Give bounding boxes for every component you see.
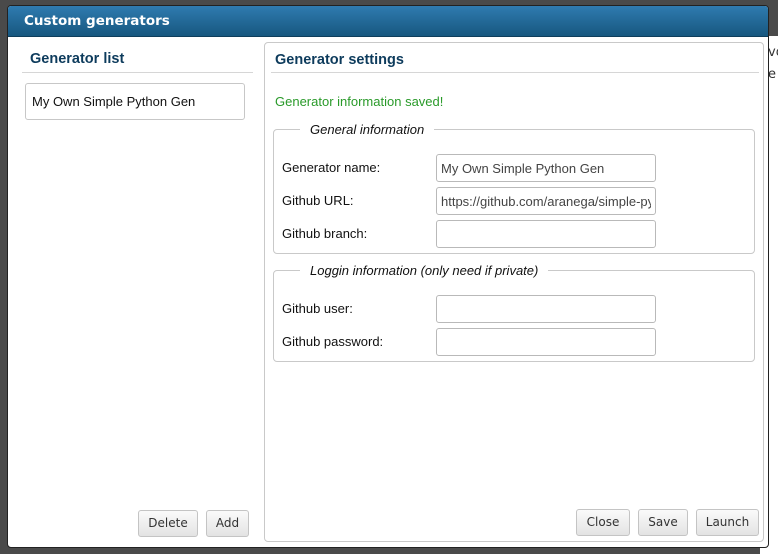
background-text-fragment: vo bbox=[768, 45, 778, 60]
github-branch-field[interactable] bbox=[436, 220, 656, 248]
add-button[interactable]: Add bbox=[206, 510, 249, 537]
delete-button[interactable]: Delete bbox=[138, 510, 198, 537]
github-url-row: Github URL: bbox=[282, 187, 742, 215]
close-button[interactable]: Close bbox=[576, 509, 630, 536]
generator-settings-heading: Generator settings bbox=[271, 43, 759, 73]
generator-list-panel: Generator list My Own Simple Python Gen … bbox=[16, 46, 261, 541]
general-information-legend: General information bbox=[310, 122, 425, 137]
github-password-label: Github password: bbox=[282, 334, 384, 349]
github-branch-row: Github branch: bbox=[282, 220, 742, 248]
status-message: Generator information saved! bbox=[275, 94, 444, 109]
github-user-label: Github user: bbox=[282, 301, 353, 316]
generator-list-heading: Generator list bbox=[22, 46, 253, 73]
background-text-fragment: e bbox=[768, 67, 776, 82]
generator-settings-panel: Generator settings Generator information… bbox=[264, 42, 764, 542]
generator-name-row: Generator name: bbox=[282, 154, 742, 182]
github-url-label: Github URL: bbox=[282, 193, 354, 208]
login-information-fieldset: Loggin information (only need if private… bbox=[273, 263, 755, 362]
github-password-row: Github password: bbox=[282, 328, 742, 356]
github-password-field[interactable] bbox=[436, 328, 656, 356]
github-url-field[interactable] bbox=[436, 187, 656, 215]
launch-button[interactable]: Launch bbox=[696, 509, 759, 536]
github-branch-label: Github branch: bbox=[282, 226, 368, 241]
general-information-fieldset: General information Generator name: Gith… bbox=[273, 122, 755, 254]
generator-name-field[interactable] bbox=[436, 154, 656, 182]
generator-list: My Own Simple Python Gen bbox=[25, 83, 245, 120]
custom-generators-dialog: Custom generators Generator list My Own … bbox=[7, 5, 769, 548]
github-user-field[interactable] bbox=[436, 295, 656, 323]
github-user-row: Github user: bbox=[282, 295, 742, 323]
login-information-legend: Loggin information (only need if private… bbox=[310, 263, 539, 278]
generator-name-label: Generator name: bbox=[282, 160, 381, 175]
save-button[interactable]: Save bbox=[638, 509, 688, 536]
dialog-title[interactable]: Custom generators bbox=[8, 6, 768, 37]
list-item[interactable]: My Own Simple Python Gen bbox=[25, 83, 245, 120]
